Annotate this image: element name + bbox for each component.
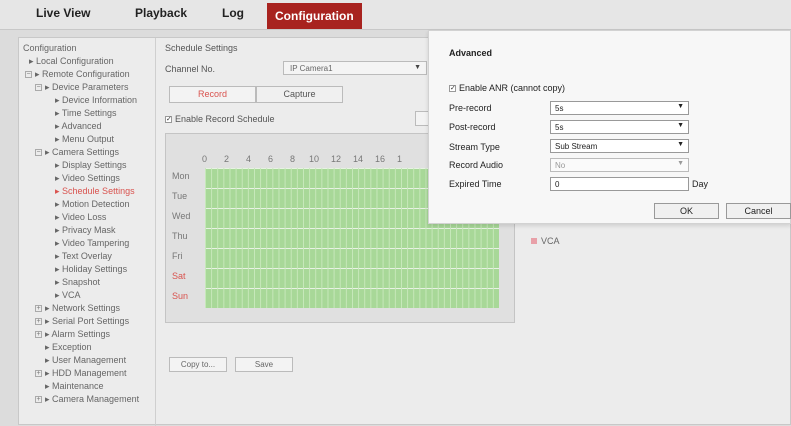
dialog-title: Advanced: [449, 48, 493, 58]
hour-label: 4: [246, 154, 252, 164]
hour-label: 1: [397, 154, 403, 164]
expired-time-input[interactable]: 0: [550, 177, 689, 191]
record-audio-label: Record Audio: [449, 160, 504, 170]
channel-label: Channel No.: [165, 64, 216, 74]
tree-device-parameters[interactable]: − ▸ Device Parameters: [35, 82, 129, 93]
cancel-button[interactable]: Cancel: [726, 203, 791, 219]
vca-legend-label: VCA: [541, 236, 560, 246]
hour-label: 8: [290, 154, 296, 164]
ok-button[interactable]: OK: [654, 203, 719, 219]
tree-device-information[interactable]: ▸ Device Information: [55, 95, 137, 106]
enable-anr-checkbox[interactable]: ✓ Enable ANR (cannot copy): [449, 83, 565, 93]
tree-maintenance[interactable]: ▸ Maintenance: [45, 381, 104, 392]
save-button[interactable]: Save: [235, 357, 293, 372]
section-title: Schedule Settings: [165, 43, 238, 53]
tree-advanced[interactable]: ▸ Advanced: [55, 121, 102, 132]
post-record-label: Post-record: [449, 122, 496, 132]
nav-live-view[interactable]: Live View: [36, 6, 90, 20]
collapse-icon[interactable]: −: [35, 84, 42, 92]
collapse-icon[interactable]: −: [25, 71, 32, 79]
collapse-icon[interactable]: −: [35, 149, 42, 157]
expand-icon[interactable]: +: [35, 331, 42, 339]
post-record-select[interactable]: 5s ▼: [550, 120, 689, 134]
day-label: Mon: [172, 171, 190, 181]
tree-alarm-settings[interactable]: + ▸ Alarm Settings: [35, 329, 110, 340]
advanced-dialog: Advanced ✓ Enable ANR (cannot copy) Pre-r…: [428, 30, 791, 224]
pre-record-select[interactable]: 5s ▼: [550, 101, 689, 115]
enable-record-schedule[interactable]: ✓ Enable Record Schedule: [165, 114, 275, 124]
expand-icon[interactable]: +: [35, 396, 42, 404]
hour-label: 6: [268, 154, 274, 164]
chevron-down-icon: ▼: [677, 141, 684, 148]
chevron-down-icon: ▼: [677, 160, 684, 167]
top-navigation: Live View Playback Log Configuration: [0, 0, 791, 30]
tree-text-overlay[interactable]: ▸ Text Overlay: [55, 251, 112, 262]
config-tree: Configuration ▸ Local Configuration − ▸ R…: [19, 38, 156, 426]
copy-to-button[interactable]: Copy to...: [169, 357, 227, 372]
tree-vca[interactable]: ▸ VCA: [55, 290, 81, 301]
tree-camera-management[interactable]: + ▸ Camera Management: [35, 394, 139, 405]
nav-playback[interactable]: Playback: [135, 6, 187, 20]
tree-video-settings[interactable]: ▸ Video Settings: [55, 173, 120, 184]
tree-holiday-settings[interactable]: ▸ Holiday Settings: [55, 264, 127, 275]
chevron-down-icon: ▼: [414, 64, 421, 71]
tree-network-settings[interactable]: + ▸ Network Settings: [35, 303, 120, 314]
day-label: Wed: [172, 211, 191, 221]
expand-icon[interactable]: +: [35, 318, 42, 326]
day-label: Thu: [172, 231, 188, 241]
day-label: Fri: [172, 251, 183, 261]
channel-select[interactable]: IP Camera1 ▼: [283, 61, 427, 75]
tree-snapshot[interactable]: ▸ Snapshot: [55, 277, 100, 288]
expand-icon[interactable]: +: [35, 305, 42, 313]
day-label: Sun: [172, 291, 189, 301]
pre-record-label: Pre-record: [449, 103, 492, 113]
stream-type-select[interactable]: Sub Stream ▼: [550, 139, 689, 153]
tree-motion-detection[interactable]: ▸ Motion Detection: [55, 199, 130, 210]
hour-label: 0: [202, 154, 208, 164]
checkbox-checked-icon[interactable]: ✓: [449, 85, 456, 93]
tree-video-loss[interactable]: ▸ Video Loss: [55, 212, 106, 223]
tree-time-settings[interactable]: ▸ Time Settings: [55, 108, 117, 119]
day-label: Sat: [172, 271, 186, 281]
tree-schedule-settings[interactable]: ▸ Schedule Settings: [55, 186, 135, 197]
hour-label: 10: [309, 154, 320, 164]
tree-remote-configuration[interactable]: − ▸ Remote Configuration: [25, 69, 130, 80]
checkbox-checked-icon[interactable]: ✓: [165, 116, 172, 124]
tree-serial-port-settings[interactable]: + ▸ Serial Port Settings: [35, 316, 129, 327]
day-unit-label: Day: [692, 179, 709, 189]
tree-camera-settings[interactable]: − ▸ Camera Settings: [35, 147, 119, 158]
hour-label: 16: [375, 154, 386, 164]
tree-display-settings[interactable]: ▸ Display Settings: [55, 160, 127, 171]
tree-root: Configuration: [23, 43, 77, 53]
expired-time-label: Expired Time: [449, 179, 502, 189]
hour-label: 14: [353, 154, 364, 164]
day-label: Tue: [172, 191, 188, 201]
chevron-down-icon: ▼: [677, 103, 684, 110]
tree-privacy-mask[interactable]: ▸ Privacy Mask: [55, 225, 116, 236]
hour-label: 2: [224, 154, 230, 164]
tree-video-tampering[interactable]: ▸ Video Tampering: [55, 238, 129, 249]
tree-user-management[interactable]: ▸ User Management: [45, 355, 126, 366]
vca-legend-swatch: [531, 238, 537, 244]
record-audio-select[interactable]: No ▼: [550, 158, 689, 172]
tree-hdd-management[interactable]: + ▸ HDD Management: [35, 368, 127, 379]
tree-menu-output[interactable]: ▸ Menu Output: [55, 134, 114, 145]
tab-record[interactable]: Record: [169, 86, 256, 103]
stream-type-label: Stream Type: [449, 142, 500, 152]
tree-exception[interactable]: ▸ Exception: [45, 342, 92, 353]
tree-local-configuration[interactable]: ▸ Local Configuration: [29, 56, 114, 67]
chevron-down-icon: ▼: [677, 122, 684, 129]
hour-label: 12: [331, 154, 342, 164]
tab-capture[interactable]: Capture: [256, 86, 343, 103]
nav-log[interactable]: Log: [222, 6, 244, 20]
expand-icon[interactable]: +: [35, 370, 42, 378]
nav-configuration[interactable]: Configuration: [267, 3, 362, 29]
